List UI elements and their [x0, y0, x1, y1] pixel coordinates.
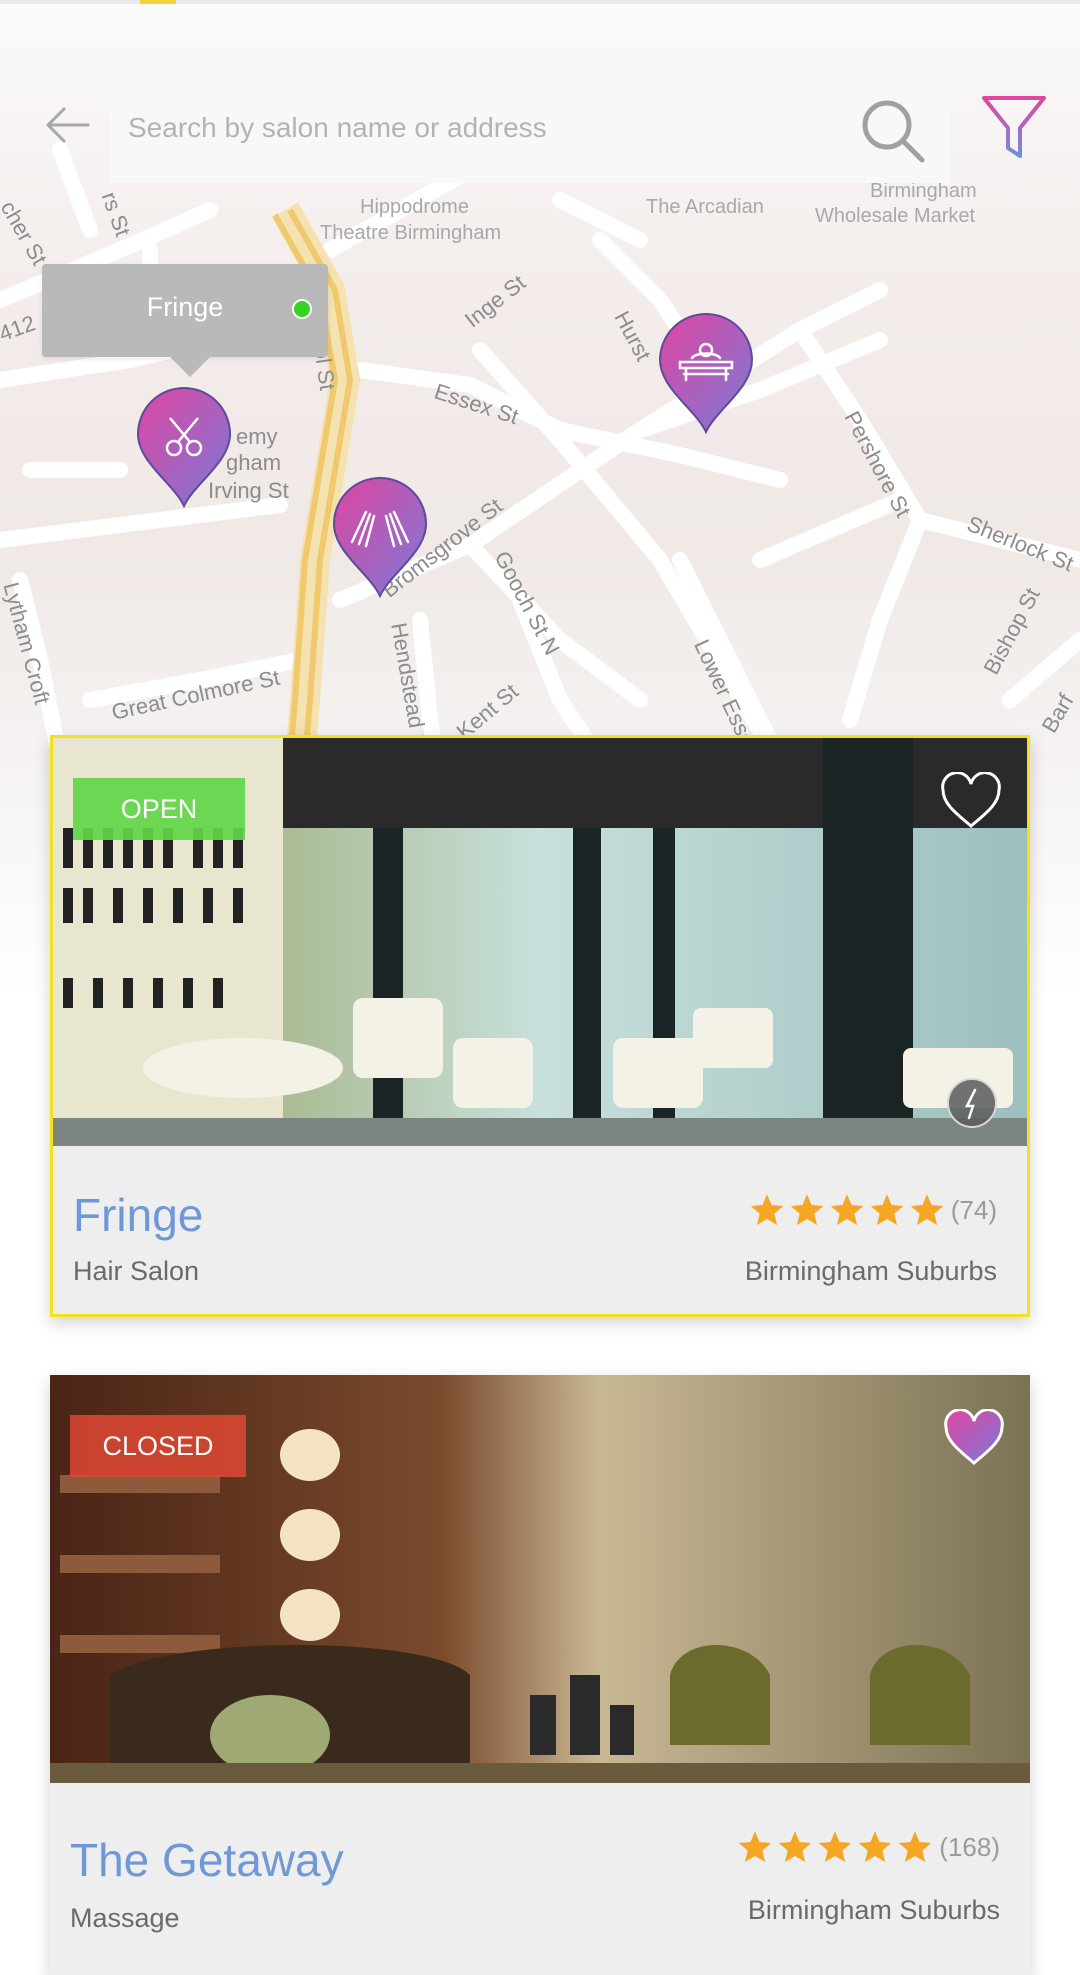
- open-status-dot: [292, 299, 312, 319]
- review-count: (168): [939, 1831, 1000, 1862]
- lightning-icon: [964, 1088, 977, 1120]
- star-icon: [750, 1194, 783, 1225]
- search-button[interactable]: [858, 96, 928, 166]
- instant-booking-badge: [947, 1078, 997, 1128]
- salon-area: Birmingham Suburbs: [744, 1256, 997, 1286]
- tooltip-salon-name: Fringe: [146, 292, 224, 322]
- street-label: gham: [226, 450, 282, 475]
- search-icon: [862, 100, 925, 163]
- star-rating: (74): [749, 1190, 997, 1230]
- heart-filled-icon: [944, 1408, 1004, 1465]
- review-count: (74): [950, 1194, 997, 1225]
- star-icon: [870, 1194, 903, 1225]
- status-strip: [0, 0, 1080, 4]
- salon-type: Massage: [70, 1903, 180, 1933]
- favorite-button[interactable]: [939, 771, 1003, 832]
- poi-label: Hippodrome: [360, 196, 469, 218]
- salon-name: The Getaway: [70, 1834, 344, 1886]
- open-status-badge: OPEN: [73, 778, 245, 840]
- back-arrow-icon: [46, 107, 90, 143]
- star-icon: [739, 1831, 772, 1862]
- salon-photo: OPEN: [53, 738, 1027, 1146]
- map-pin-massage[interactable]: [658, 312, 754, 435]
- map-pin-icon: [332, 477, 428, 599]
- map-pin-icon: [136, 387, 232, 509]
- map-pin-spa[interactable]: [332, 476, 428, 599]
- poi-label: The Arcadian: [646, 196, 764, 218]
- salon-name: Fringe: [73, 1189, 204, 1241]
- back-button[interactable]: [40, 100, 100, 150]
- filter-funnel-icon: [982, 96, 1046, 158]
- map-pin-icon: [658, 313, 754, 435]
- heart-outline-icon: [941, 771, 1001, 828]
- status-strip-segment: [140, 0, 176, 4]
- map-pin-hair-salon[interactable]: [136, 386, 232, 509]
- search-bar: [110, 70, 950, 185]
- star-icon: [830, 1194, 863, 1225]
- poi-label: Theatre Birmingham: [320, 222, 502, 244]
- salon-photo: CLOSED: [50, 1375, 1030, 1783]
- star-icon: [910, 1194, 943, 1225]
- star-icon: [790, 1194, 823, 1225]
- star-icon: [779, 1831, 812, 1862]
- salon-type: Hair Salon: [73, 1256, 200, 1286]
- map-tooltip[interactable]: Fringe: [42, 264, 328, 377]
- star-icon: [859, 1831, 892, 1862]
- salon-area: Birmingham Suburbs: [747, 1895, 1000, 1925]
- poi-label: Wholesale Market: [815, 205, 976, 227]
- star-icon: [899, 1831, 932, 1862]
- street-label: emy: [236, 424, 278, 449]
- star-icon: [819, 1831, 852, 1862]
- star-rating: (168): [737, 1827, 1000, 1867]
- poi-label: Birmingham: [870, 180, 977, 202]
- favorite-button[interactable]: [942, 1408, 1006, 1469]
- search-input[interactable]: [126, 70, 810, 185]
- filter-button[interactable]: [978, 92, 1050, 164]
- salon-card[interactable]: CLOSED The Getaway Massage (168) Birming…: [50, 1375, 1030, 1975]
- salon-card[interactable]: OPEN Fringe Hair Salon (74) Birmingham S…: [50, 735, 1030, 1317]
- closed-status-badge: CLOSED: [70, 1415, 246, 1477]
